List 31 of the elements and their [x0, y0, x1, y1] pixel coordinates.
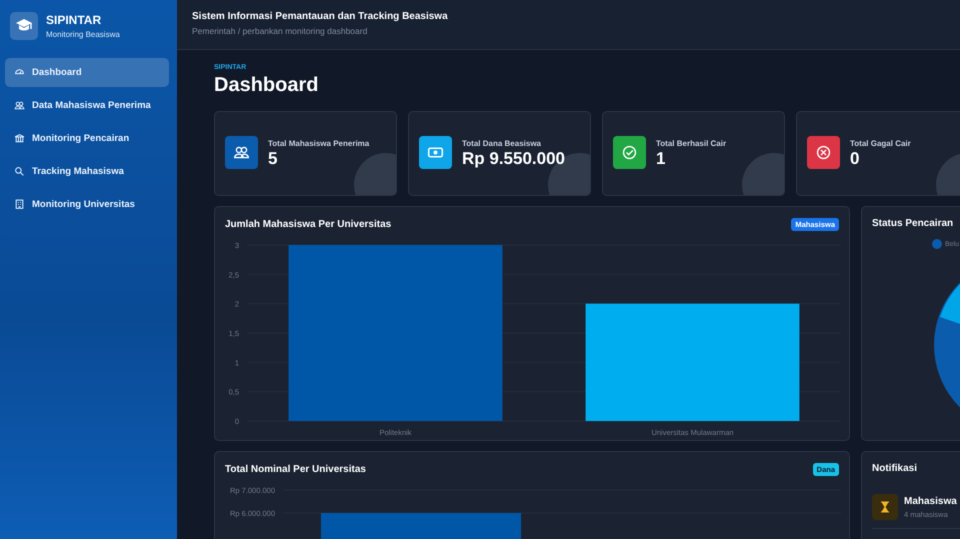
sidebar-item[interactable]: Monitoring Pencairan — [5, 124, 169, 153]
search-icon — [14, 166, 25, 177]
stat-value: 0 — [850, 149, 860, 169]
building-icon — [14, 199, 25, 210]
stat-value: 1 — [656, 149, 666, 169]
stat-label: Total Mahasiswa Penerima — [268, 139, 370, 148]
brand-subtitle: Monitoring Beasiswa — [46, 30, 120, 39]
notification-title: Mahasiswa — [904, 496, 957, 506]
sidebar-item[interactable]: Tracking Mahasiswa — [5, 157, 169, 186]
cross-circle-icon — [815, 144, 832, 161]
brand-title: SIPINTAR — [46, 13, 102, 27]
sidebar-item[interactable]: Monitoring Universitas — [5, 190, 169, 219]
app-title: Sistem Informasi Pemantauan dan Tracking Beasiswa — [192, 11, 449, 22]
breadcrumb: Pemerintah / perbankan monitoring dashboard — [192, 26, 368, 36]
card-title: Notifikasi — [872, 463, 918, 474]
bank-icon — [14, 133, 25, 144]
check-circle-icon — [621, 144, 638, 161]
stat-label: Total Dana Beasiswa — [462, 139, 542, 148]
users-icon — [14, 100, 25, 111]
chart-title: Total Nominal Per Universitas — [225, 464, 366, 475]
chart-title: Status Pencairan — [872, 218, 954, 229]
page-title: Dashboard — [214, 74, 320, 97]
hourglass-icon — [880, 501, 890, 513]
stat-value: Rp 9.550.000 — [462, 149, 566, 169]
sidebar-item[interactable]: Dashboard — [5, 58, 169, 87]
users-icon — [233, 144, 250, 161]
sidebar-item[interactable]: Data Mahasiswa Penerima — [5, 91, 169, 120]
stat-label: Total Berhasil Cair — [656, 139, 726, 148]
stat-value: 5 — [268, 149, 278, 169]
stat-label: Total Gagal Cair — [850, 139, 911, 148]
chart-title: Jumlah Mahasiswa Per Universitas — [225, 219, 392, 230]
